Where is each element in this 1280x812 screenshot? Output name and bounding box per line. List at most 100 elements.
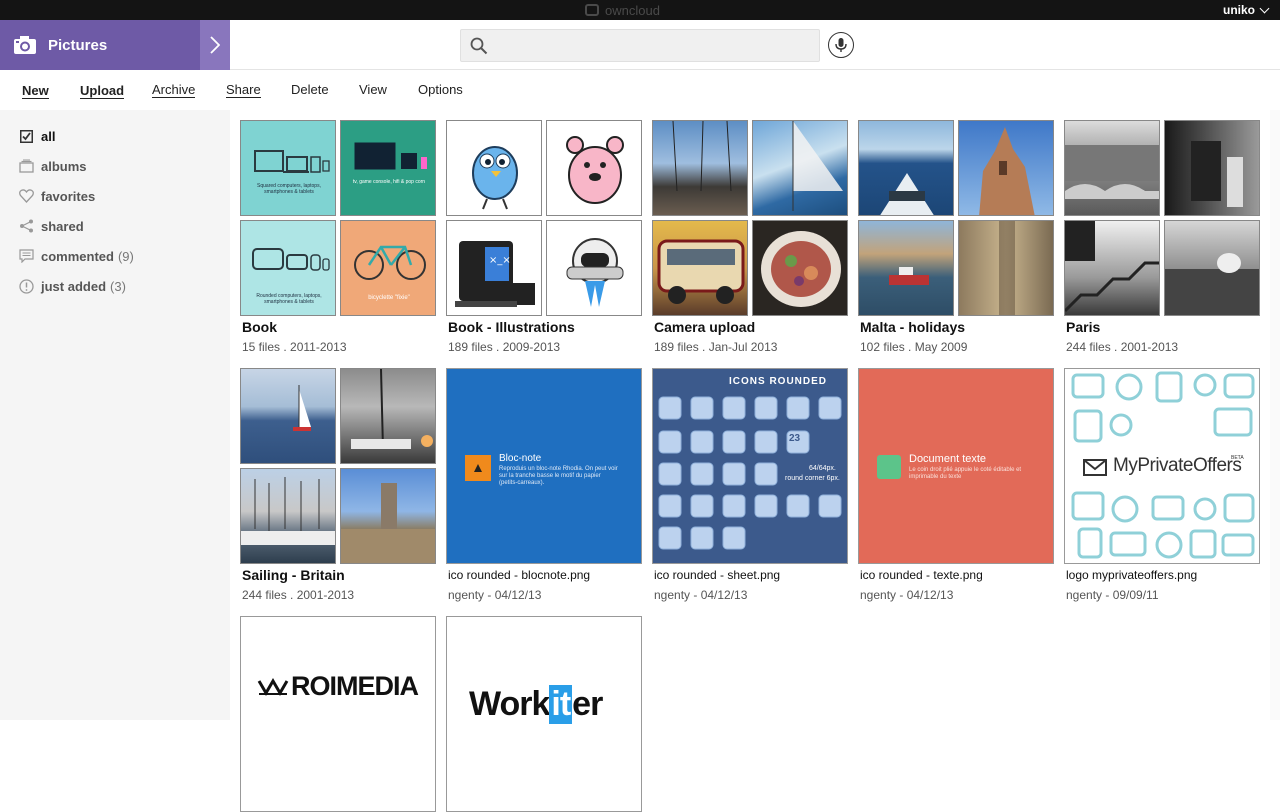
search-input[interactable]	[460, 29, 820, 62]
sidebar-item-just-added[interactable]: just added (3)	[18, 276, 126, 296]
archive-button[interactable]: Archive	[152, 82, 196, 98]
thumbnail[interactable]	[858, 220, 954, 316]
thumbnail[interactable]	[446, 120, 542, 216]
file-name: logo myprivateoffers.png	[1066, 568, 1198, 582]
album-title: Sailing - Britain	[242, 567, 345, 583]
file-thumbnail[interactable]: Bloc-note Reproduis un bloc-note Rhodia.…	[446, 368, 642, 564]
delete-button[interactable]: Delete	[291, 82, 329, 97]
thumbnail[interactable]	[1064, 220, 1160, 316]
tile-radius-text: round corner 6px.	[785, 475, 840, 482]
file-thumbnail[interactable]: MyPrivateOffers BETA	[1064, 368, 1260, 564]
new-label: New	[22, 83, 49, 99]
thumbnail[interactable]: Rounded computers, laptops, smartphones …	[240, 220, 336, 316]
thumbnail[interactable]	[1164, 120, 1260, 216]
app-header: Pictures	[0, 20, 1280, 70]
upload-button[interactable]: Upload	[80, 83, 125, 99]
thumbnail[interactable]: ×_×	[446, 220, 542, 316]
thumbnail[interactable]	[1164, 220, 1260, 316]
sidebar-item-label: favorites	[41, 188, 96, 204]
options-button[interactable]: Options	[418, 82, 463, 97]
album-thumbnails: ×_×	[446, 120, 642, 316]
app-title: Pictures	[48, 36, 108, 54]
thumbnail[interactable]	[340, 368, 436, 464]
album-thumbnails	[1064, 120, 1260, 316]
album-meta: 15 files . 2011-2013	[242, 340, 347, 354]
album-sailing-britain[interactable]: Sailing - Britain 244 files . 2001-2013	[240, 368, 436, 602]
camera-icon	[14, 36, 36, 54]
file-name: ico rounded - texte.png	[860, 568, 983, 582]
thumbnail-caption: tv, game console, hifi & pop corn	[352, 179, 426, 185]
album-stack-icon	[18, 158, 34, 174]
tile-description: Le coin droit plié appuie le coté éditab…	[909, 467, 1022, 480]
album-book[interactable]: Squared computers, laptops, smartphones …	[240, 120, 436, 354]
file-name: ico rounded - sheet.png	[654, 568, 781, 582]
brand-logo-text: ROIMEDIA	[291, 671, 419, 701]
sidebar-item-commented[interactable]: commented (9)	[18, 246, 134, 266]
thumbnail[interactable]	[652, 120, 748, 216]
album-book-illustrations[interactable]: ×_× Book - Illustrations 189 files . 200…	[446, 120, 642, 354]
file-meta: ngenty - 04/12/13	[860, 588, 954, 602]
album-meta: 244 files . 2001-2013	[242, 588, 355, 602]
brand-logo-part: er	[572, 685, 603, 723]
expand-apps-button[interactable]	[200, 20, 230, 70]
sidebar-item-label: just added	[41, 278, 107, 294]
microphone-icon	[835, 38, 847, 52]
owncloud-logo: owncloud	[585, 2, 660, 18]
view-button[interactable]: View	[359, 82, 387, 97]
album-paris[interactable]: Paris 244 files . 2001-2013	[1064, 120, 1260, 354]
album-camera-upload[interactable]: Camera upload 189 files . Jan-Jul 2013	[652, 120, 848, 354]
album-title: Book	[242, 319, 277, 335]
thumbnail[interactable]	[240, 368, 336, 464]
file-thumbnail[interactable]: Work it er	[446, 616, 642, 812]
notepad-icon	[465, 455, 491, 481]
tile-title: ICONS ROUNDED	[729, 376, 828, 387]
file-thumbnail[interactable]: ROIMEDIA	[240, 616, 436, 812]
thumbnail[interactable]	[240, 468, 336, 564]
scrollbar[interactable]	[1270, 110, 1280, 720]
thumbnail[interactable]	[858, 120, 954, 216]
search-icon	[470, 37, 488, 55]
sidebar-item-label: all	[41, 128, 56, 144]
thumbnail[interactable]	[958, 120, 1054, 216]
thumbnail-caption: bicyclette "fixie"	[368, 295, 410, 301]
album-malta-holidays[interactable]: Malta - holidays 102 files . May 2009	[858, 120, 1054, 354]
album-title: Camera upload	[654, 319, 756, 335]
new-button[interactable]: New	[22, 83, 49, 99]
app-switcher[interactable]: Pictures	[0, 20, 200, 70]
sidebar-item-shared[interactable]: shared	[18, 216, 84, 236]
thumbnail[interactable]	[340, 468, 436, 564]
tile-description: Reproduis un bloc-note Rhodia. On peut v…	[499, 466, 618, 486]
action-toolbar: New Upload Archive Share Delete View Opt…	[0, 70, 1280, 110]
album-title: Paris	[1066, 319, 1101, 335]
brand-logo-highlight: it	[549, 685, 573, 724]
thumbnail[interactable]	[958, 220, 1054, 316]
tile-title: Document texte	[909, 453, 987, 465]
brand-logo: Work it er	[469, 685, 603, 724]
comment-icon	[18, 248, 34, 264]
thumbnail[interactable]: bicyclette "fixie"	[340, 220, 436, 316]
user-menu[interactable]: uniko	[1223, 3, 1270, 17]
file-thumbnail[interactable]: Document texte Le coin droit plié appuie…	[858, 368, 1054, 564]
cloud-icon	[585, 4, 599, 16]
tile-size-text: 64/64px.	[809, 465, 836, 472]
file-thumbnail[interactable]: ICONS ROUNDED 23 64/64px. round corner 6…	[652, 368, 848, 564]
document-icon	[877, 455, 901, 479]
sidebar-item-albums[interactable]: albums	[18, 156, 87, 176]
sidebar-item-label: commented	[41, 248, 114, 264]
thumbnail[interactable]: tv, game console, hifi & pop corn	[340, 120, 436, 216]
thumbnail[interactable]	[1064, 120, 1160, 216]
voice-search-button[interactable]	[828, 32, 854, 58]
sidebar-item-favorites[interactable]: favorites	[18, 186, 95, 206]
pictures-grid: Squared computers, laptops, smartphones …	[230, 110, 1270, 812]
thumbnail[interactable]	[546, 120, 642, 216]
sidebar-item-label: albums	[41, 158, 87, 174]
thumbnail[interactable]	[752, 120, 848, 216]
thumbnail[interactable]: Squared computers, laptops, smartphones …	[240, 120, 336, 216]
thumbnail[interactable]	[652, 220, 748, 316]
album-title: Malta - holidays	[860, 319, 966, 335]
sidebar-item-all[interactable]: all	[18, 126, 55, 146]
share-button[interactable]: Share	[226, 82, 261, 98]
thumbnail[interactable]	[752, 220, 848, 316]
thumbnail[interactable]	[546, 220, 642, 316]
calendar-day: 23	[789, 433, 801, 444]
